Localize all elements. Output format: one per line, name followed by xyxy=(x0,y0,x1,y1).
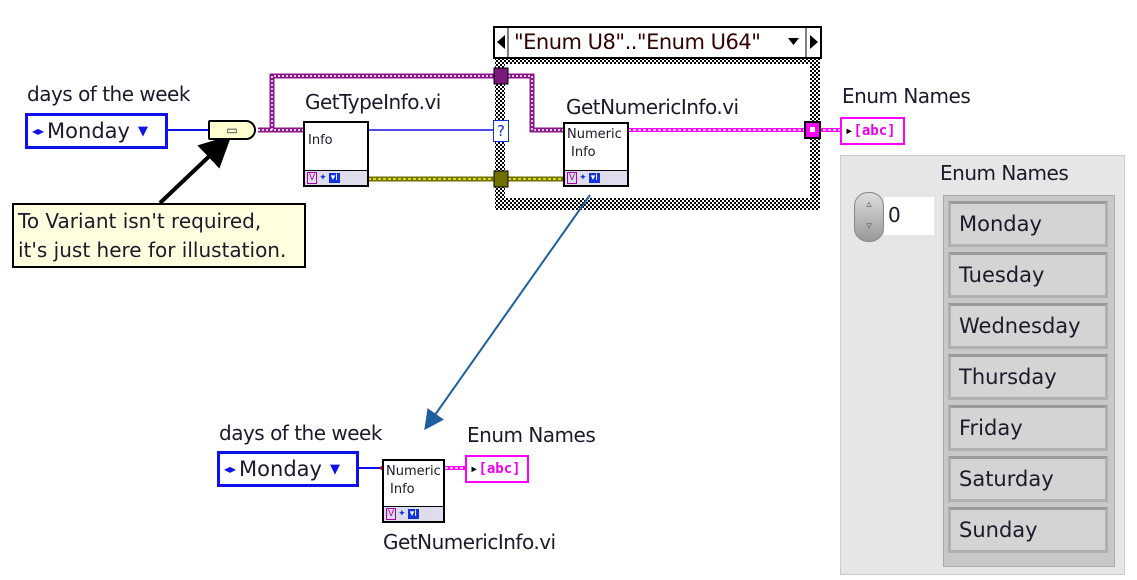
array-element[interactable]: Monday xyxy=(948,201,1108,247)
callout-arrow xyxy=(424,194,591,431)
days-enum-control[interactable]: ◂▸ Monday ▼ xyxy=(25,113,168,149)
index-input[interactable]: 0 xyxy=(884,197,934,235)
get-numeric-info-node[interactable]: Numeric Info V ✦ ▾I xyxy=(563,122,629,187)
block-diagram: ? "Enum U8".."Enum U64" days of the week… xyxy=(0,0,1137,580)
array-element[interactable]: Friday xyxy=(948,405,1108,451)
comment-arrow xyxy=(158,134,232,205)
to-variant-node[interactable]: ▭ xyxy=(208,120,256,140)
array-label: Enum Names xyxy=(940,161,1069,185)
enum-names-indicator[interactable]: ▸[abc] xyxy=(840,117,905,145)
enum-value: Monday xyxy=(47,119,130,143)
indicator-label: Enum Names xyxy=(842,84,971,108)
bottom-node-label: GetNumericInfo.vi xyxy=(383,530,556,554)
error-tunnel xyxy=(493,170,509,188)
array-element[interactable]: Wednesday xyxy=(948,303,1108,349)
case-selector-terminal: ? xyxy=(493,120,509,142)
comment-box: To Variant isn't required, it's just here… xyxy=(12,203,306,268)
variant-tunnel xyxy=(493,67,509,85)
enum-increment-icon[interactable]: ◂▸ xyxy=(224,462,236,476)
bottom-get-numeric-info-node[interactable]: Numeric Info V ✦ ▾I xyxy=(382,459,445,523)
bottom-control-label: days of the week xyxy=(219,421,382,445)
array-element[interactable]: Thursday xyxy=(948,354,1108,400)
case-selector-label[interactable]: "Enum U8".."Enum U64" xyxy=(514,30,761,54)
index-stepper[interactable]: ▵ ▿ xyxy=(854,192,884,242)
enum-increment-icon[interactable]: ◂▸ xyxy=(32,124,44,138)
get-type-info-label: GetTypeInfo.vi xyxy=(305,90,441,114)
bottom-enum-names-indicator[interactable]: ▸[abc] xyxy=(465,455,529,483)
bottom-days-enum-control[interactable]: ◂▸ Monday ▼ xyxy=(217,451,359,487)
control-label: days of the week xyxy=(27,82,190,106)
dropdown-icon[interactable]: ▼ xyxy=(330,462,340,477)
bottom-indicator-label: Enum Names xyxy=(467,423,596,447)
array-element[interactable]: Saturday xyxy=(948,456,1108,502)
get-numeric-info-label: GetNumericInfo.vi xyxy=(566,95,739,119)
array-element[interactable]: Sunday xyxy=(948,507,1108,553)
get-type-info-node[interactable]: Info V ✦ ▾I xyxy=(303,121,369,187)
dropdown-icon[interactable]: ▼ xyxy=(138,124,148,139)
array-element[interactable]: Tuesday xyxy=(948,252,1108,298)
